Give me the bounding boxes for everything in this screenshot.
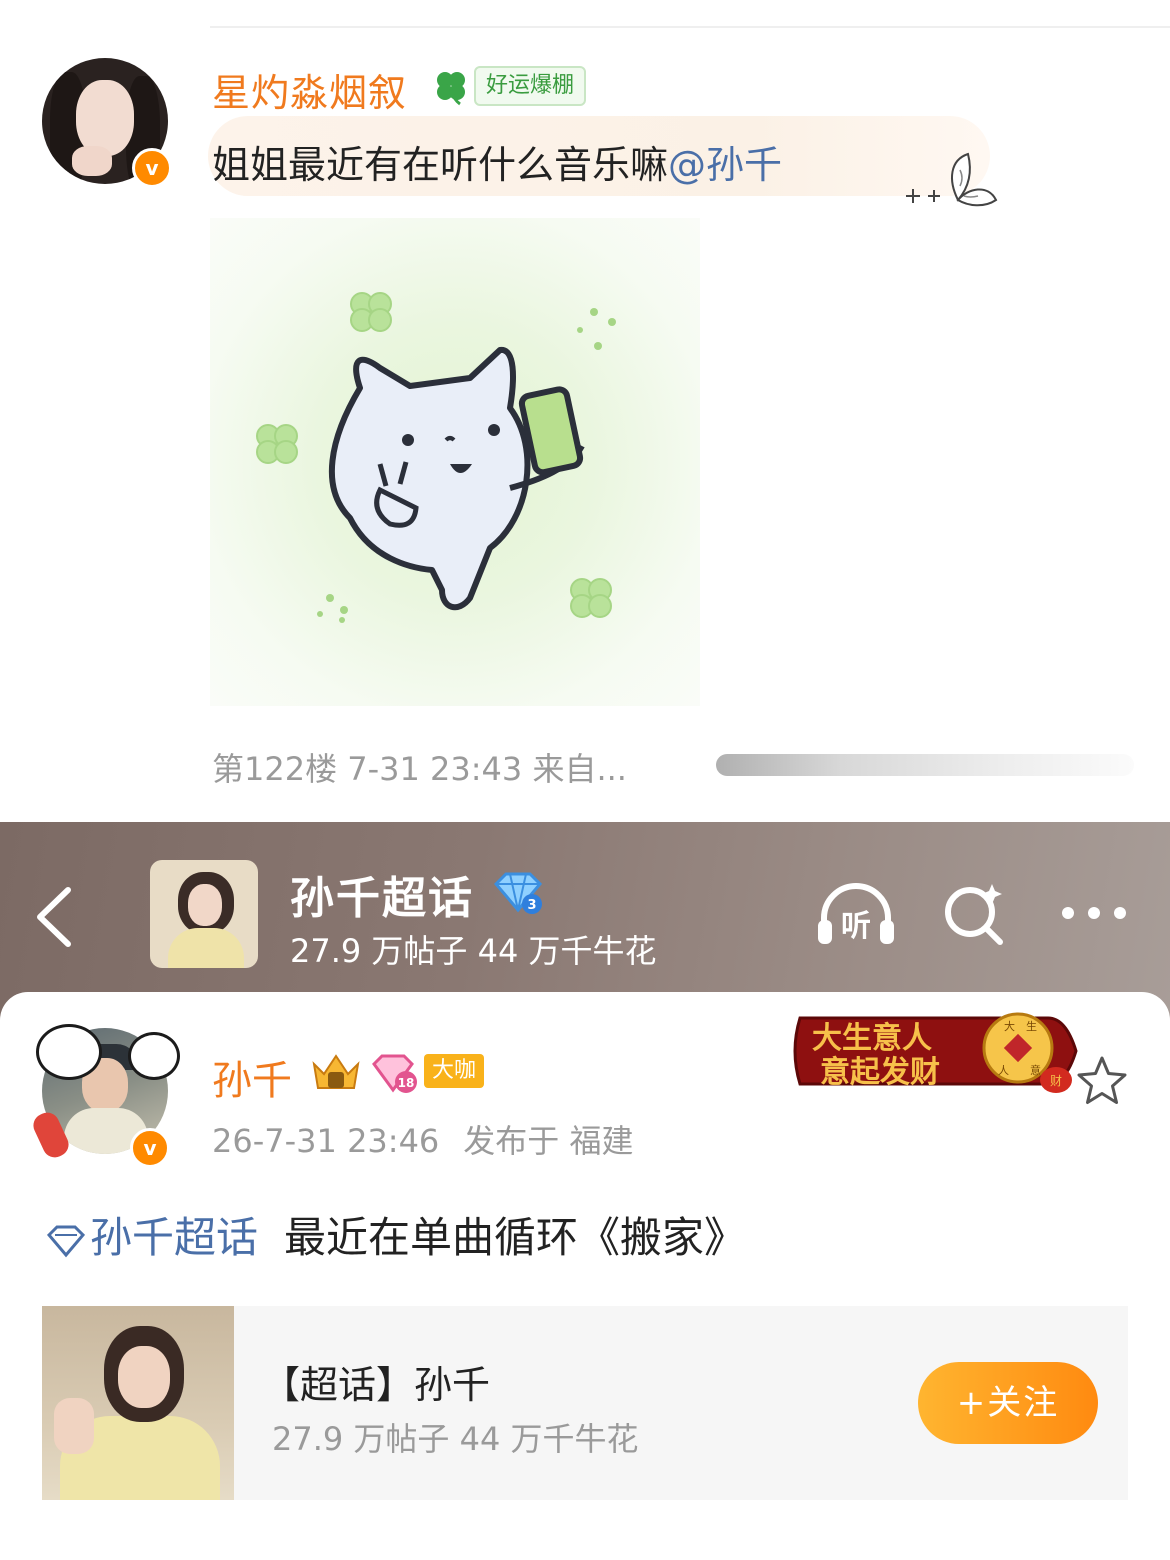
bag-char: 财: [1050, 1074, 1062, 1088]
post-text: 孙千超话 最近在单曲循环《搬家》: [46, 1204, 746, 1265]
comment-text: 姐姐最近有在听什么音乐嘛@孙千: [212, 134, 782, 189]
cat-sticker-illustration: [256, 292, 616, 623]
festive-line2: 意起发财: [820, 1055, 940, 1090]
coin-char-4: 意: [1030, 1063, 1041, 1077]
post-location-prefix: 发布于: [463, 1122, 560, 1160]
coin-char-3: 人: [998, 1064, 1009, 1077]
vip-badge: 大咖: [424, 1054, 485, 1088]
verified-icon: v: [130, 1128, 170, 1168]
post-time: 26-7-31 23:46: [212, 1122, 440, 1160]
topic-card-image: [42, 1306, 234, 1500]
follow-button[interactable]: +关注: [918, 1362, 1098, 1444]
listen-label: 听: [841, 909, 871, 944]
coin-char-1: 大: [1004, 1019, 1015, 1033]
topic-diamond-icon: [46, 1225, 86, 1257]
poster-username[interactable]: 孙千: [212, 1048, 292, 1106]
topic-link-label: 孙千超话: [90, 1213, 259, 1262]
topic-link[interactable]: 孙千超话: [46, 1213, 258, 1262]
festive-line1: 大生意人: [812, 1021, 932, 1056]
topic-title[interactable]: 孙千超话: [290, 862, 474, 926]
verified-icon: v: [132, 148, 172, 188]
level-number: 18: [398, 1076, 415, 1090]
divider: [210, 26, 1170, 28]
festive-badge[interactable]: 大生意人 意起发财 大 生 人 意 财: [786, 1004, 1084, 1098]
comment-body: 姐姐最近有在听什么音乐嘛: [212, 143, 669, 187]
sticker-image[interactable]: [210, 218, 700, 706]
topic-stats: 27.9 万帖子 44 万千牛花: [290, 932, 657, 970]
listen-icon[interactable]: 听: [814, 880, 898, 950]
loading-placeholder-bar: [716, 754, 1134, 776]
post-location: 福建: [569, 1122, 634, 1160]
star-icon[interactable]: [1074, 1054, 1130, 1108]
crown-icon: [312, 1054, 360, 1089]
clover-icon: [437, 72, 465, 106]
post-meta: 26-7-31 23:46 发布于 福建: [212, 1116, 633, 1162]
diamond-level: 3: [527, 898, 536, 913]
topic-card-title: 【超话】孙千: [262, 1363, 491, 1407]
mention-link[interactable]: @孙千: [668, 143, 782, 187]
level-icon: 18: [372, 1054, 417, 1093]
search-icon[interactable]: [940, 880, 1006, 946]
butterfly-icon: [906, 152, 998, 207]
luck-badge: 好运爆棚: [474, 66, 587, 106]
commenter-username[interactable]: 星灼淼烟叙: [212, 62, 407, 117]
coin-char-2: 生: [1026, 1019, 1037, 1033]
comment-meta: 第122楼 7-31 23:43 来自...: [212, 750, 627, 788]
diamond-icon: 3: [493, 872, 543, 914]
topic-thumbnail[interactable]: [150, 860, 258, 968]
back-icon[interactable]: [30, 884, 78, 950]
post-body: 最近在单曲循环《搬家》: [284, 1213, 747, 1262]
more-icon[interactable]: [1058, 898, 1130, 928]
topic-card-stats: 27.9 万帖子 44 万千牛花: [272, 1420, 639, 1458]
